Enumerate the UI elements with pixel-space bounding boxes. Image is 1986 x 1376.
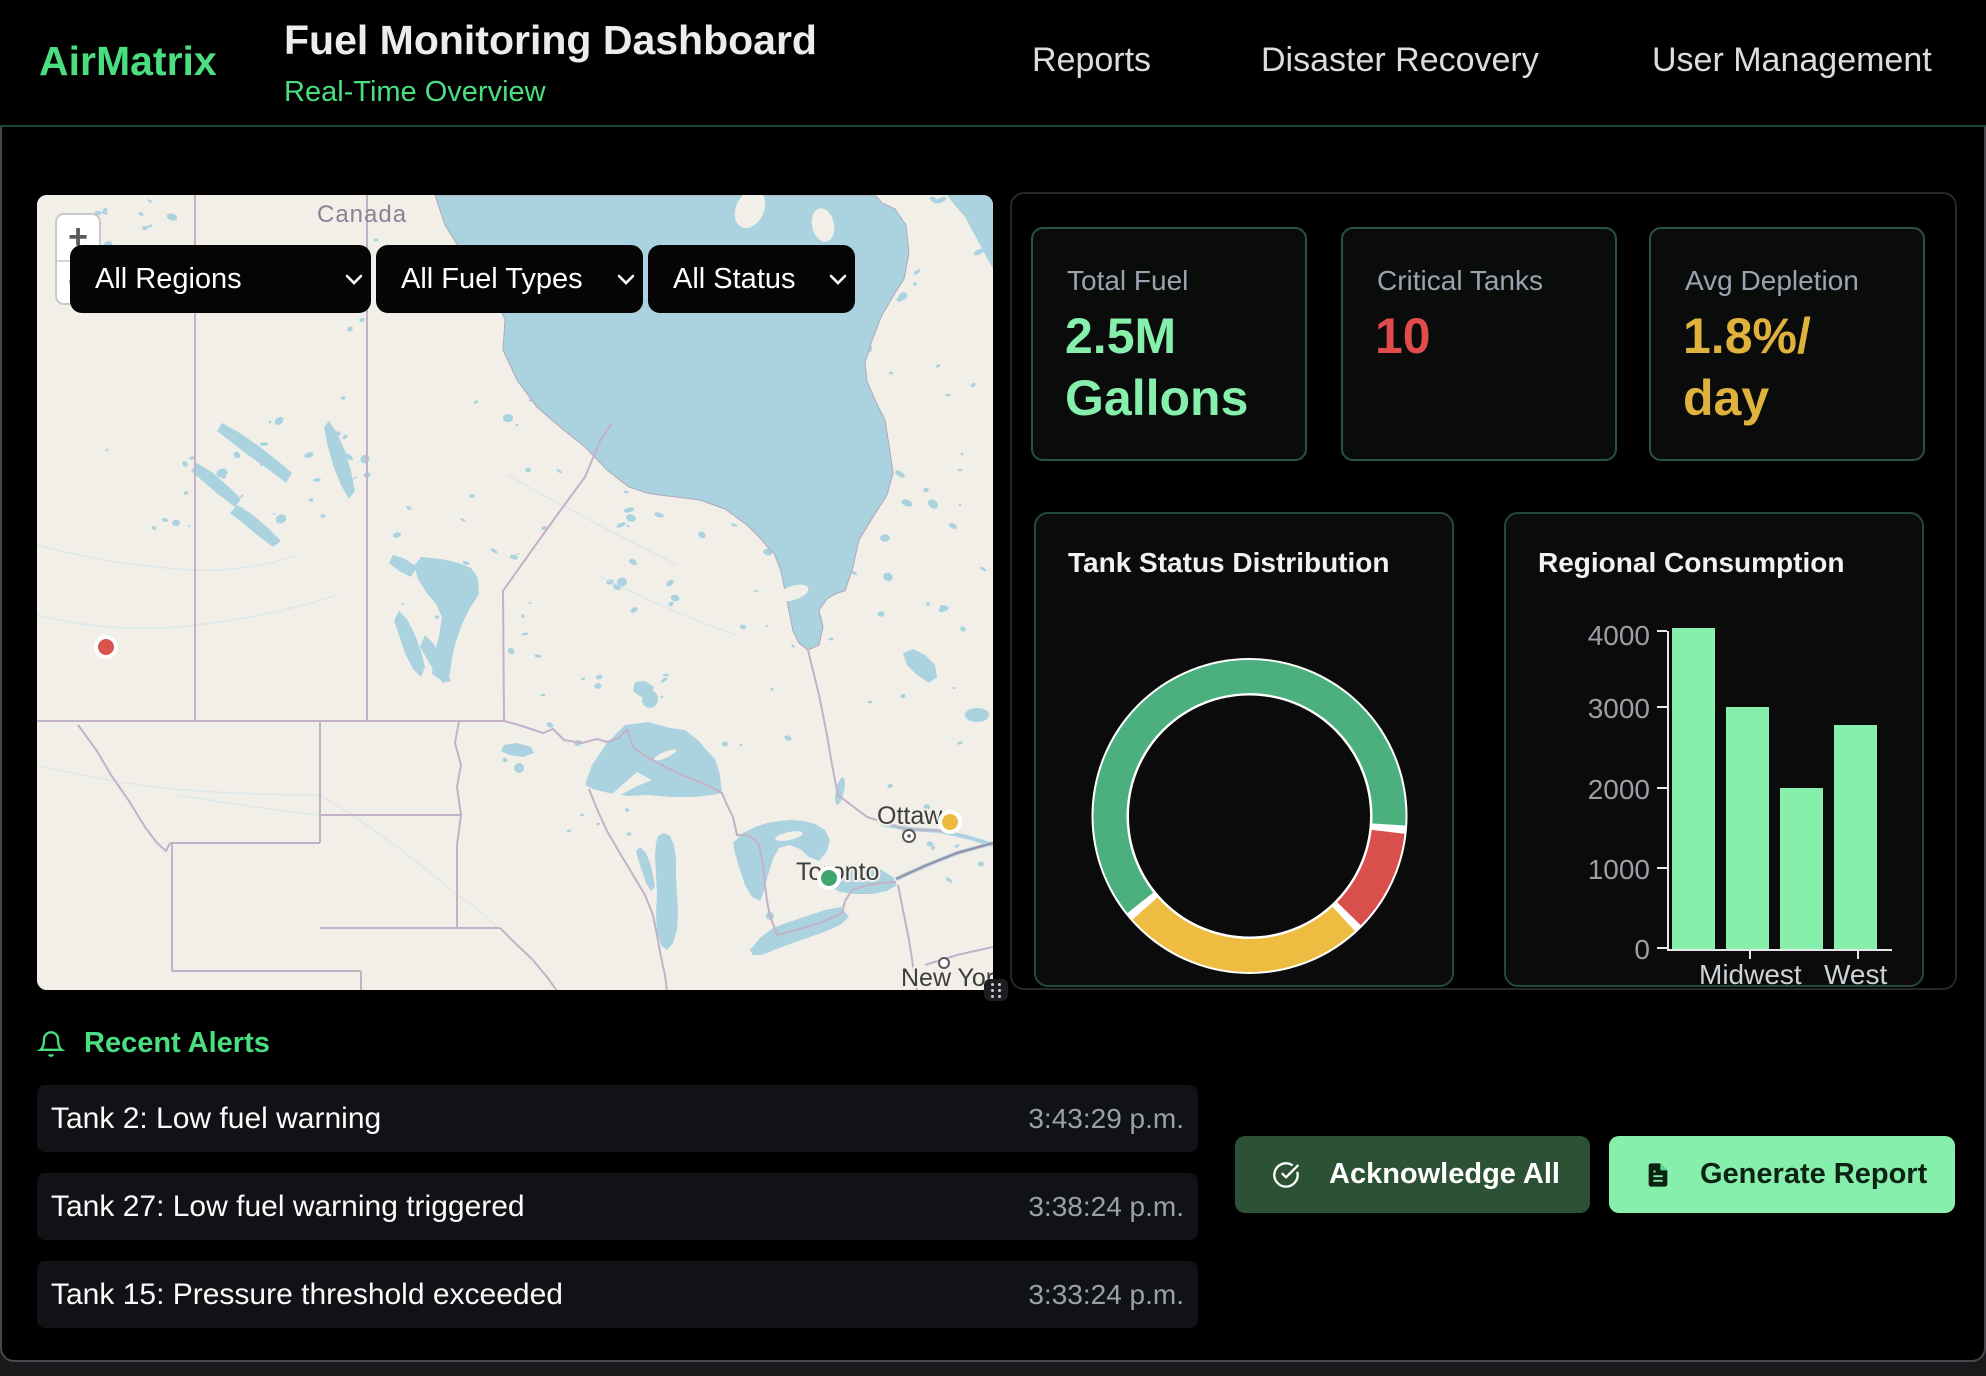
svg-text:Canada: Canada — [317, 201, 407, 228]
